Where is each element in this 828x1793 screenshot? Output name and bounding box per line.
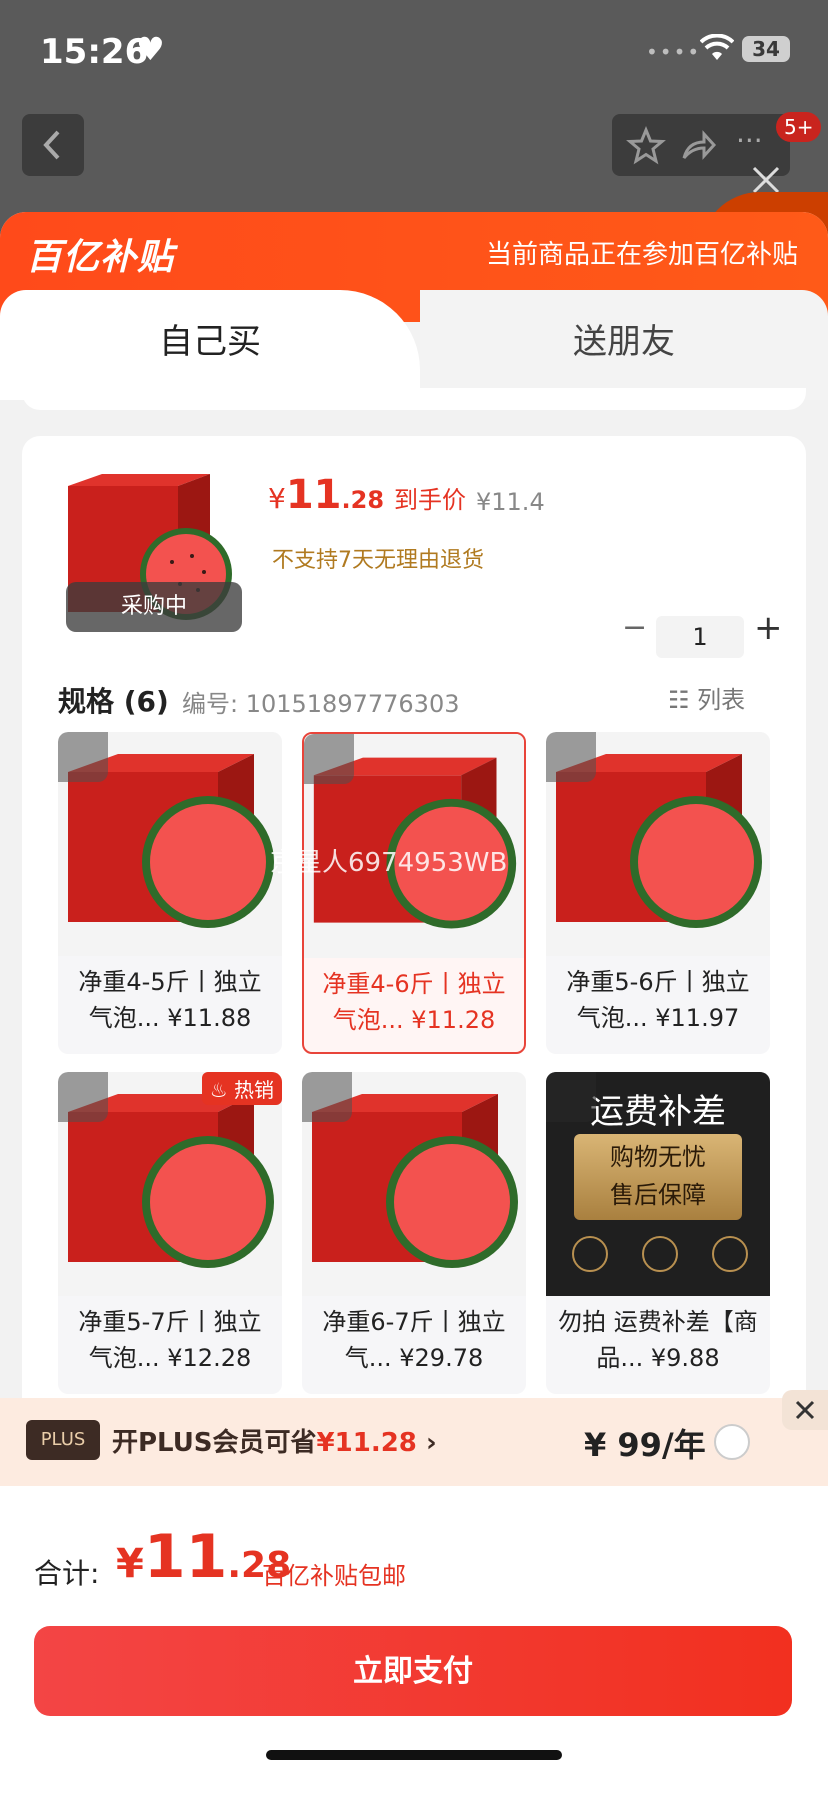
purchasing-tag: 采购中 bbox=[66, 582, 242, 632]
spec-option-2[interactable]: 净重4-6斤丨独立气泡... ¥11.28 bbox=[302, 732, 526, 1054]
final-price: ¥11.28 到手价 bbox=[268, 472, 467, 518]
store-icon bbox=[712, 1236, 748, 1272]
battery-indicator: 34 bbox=[742, 36, 790, 62]
plus-membership-bar[interactable]: PLUS 开PLUS会员可省¥11.28 › ¥ 99/年 bbox=[0, 1390, 828, 1486]
zoom-icon[interactable] bbox=[304, 734, 354, 784]
zoom-icon[interactable] bbox=[546, 732, 596, 782]
zoom-icon[interactable] bbox=[58, 1072, 108, 1122]
spec-option-3[interactable]: 净重5-6斤丨独立气泡... ¥11.97 bbox=[546, 732, 770, 1054]
notify-badge: 5+ bbox=[776, 112, 822, 142]
share-icon[interactable] bbox=[678, 126, 718, 166]
decrease-button[interactable]: − bbox=[622, 610, 647, 645]
truck-icon bbox=[642, 1236, 678, 1272]
home-indicator bbox=[266, 1750, 562, 1760]
subsidy-logo: 百亿补贴 bbox=[26, 237, 175, 278]
flame-icon: ♨ bbox=[209, 1078, 234, 1102]
signal-icon: •••• bbox=[646, 40, 702, 64]
zoom-icon[interactable] bbox=[58, 732, 108, 782]
spec-label: 勿拍 运费补差【商品... ¥9.88 bbox=[558, 1308, 758, 1372]
pay-now-button[interactable]: 立即支付 bbox=[34, 1626, 792, 1716]
purchase-tabs: 送朋友 自己买 bbox=[0, 290, 828, 400]
spec-option-6[interactable]: 运费补差 购物无忧 售后保障 勿拍 运费补差【商品... ¥9.88 bbox=[546, 1072, 770, 1394]
close-icon bbox=[795, 1400, 815, 1420]
free-shipping-note: 百亿补贴包邮 bbox=[262, 1562, 406, 1590]
spec-label: 净重5-7斤丨独立气泡... ¥12.28 bbox=[78, 1308, 262, 1372]
tab-gift[interactable]: 送朋友 bbox=[420, 290, 828, 400]
status-bar: 15:26 ♥ •••• 34 bbox=[0, 0, 828, 100]
plus-select-radio[interactable] bbox=[714, 1424, 750, 1460]
original-price: ¥11.4 bbox=[476, 488, 545, 516]
quantity-input[interactable]: 1 bbox=[656, 616, 744, 658]
no-return-notice: 不支持7天无理由退货 bbox=[272, 548, 484, 573]
plus-close-button[interactable] bbox=[782, 1390, 828, 1430]
plus-price: ¥ 99/年 bbox=[584, 1426, 706, 1464]
watermark: 京星人6974953WB bbox=[270, 848, 508, 878]
heart-icon: ♥ bbox=[136, 30, 165, 68]
status-time: 15:26 bbox=[40, 32, 149, 72]
tab-buy-self[interactable]: 自己买 bbox=[0, 290, 420, 400]
chevron-right-icon: › bbox=[425, 1428, 437, 1458]
wifi-icon bbox=[700, 34, 734, 60]
chevron-left-icon bbox=[43, 130, 60, 160]
spec-label: 净重5-6斤丨独立气泡... ¥11.97 bbox=[566, 968, 750, 1032]
plus-savings-text: 开PLUS会员可省¥11.28 › bbox=[112, 1428, 437, 1458]
more-icon[interactable]: ··· bbox=[736, 124, 763, 157]
product-number: 编号: 10151897776303 bbox=[182, 690, 460, 718]
increase-button[interactable]: + bbox=[754, 608, 783, 648]
subsidy-banner-text: 当前商品正在参加百亿补贴 bbox=[485, 240, 798, 270]
list-icon: ☷ bbox=[668, 686, 698, 714]
hot-sale-badge: ♨ 热销 bbox=[201, 1072, 282, 1105]
list-view-toggle[interactable]: ☷ 列表 bbox=[668, 680, 745, 715]
spec-label: 净重4-5斤丨独立气泡... ¥11.88 bbox=[78, 968, 262, 1032]
spec-label: 净重6-7斤丨独立气... ¥29.78 bbox=[322, 1308, 506, 1372]
purchase-sheet: 百亿补贴 当前商品正在参加百亿补贴 送朋友 自己买 采购中 ¥11.28 到手价 … bbox=[0, 212, 828, 1793]
total-label: 合计: bbox=[34, 1557, 100, 1590]
shield-icon bbox=[572, 1236, 608, 1272]
plus-tag: PLUS bbox=[26, 1420, 100, 1460]
star-icon[interactable] bbox=[626, 126, 666, 166]
zoom-icon[interactable] bbox=[546, 1072, 596, 1122]
spec-label: 净重4-6斤丨独立气泡... ¥11.28 bbox=[322, 970, 506, 1034]
spec-option-1[interactable]: 净重4-5斤丨独立气泡... ¥11.88 bbox=[58, 732, 282, 1054]
spec-option-4[interactable]: ♨ 热销 净重5-7斤丨独立气泡... ¥12.28 bbox=[58, 1072, 282, 1394]
tab-panel-edge bbox=[22, 388, 806, 410]
zoom-icon[interactable] bbox=[302, 1072, 352, 1122]
spec-option-5[interactable]: 净重6-7斤丨独立气... ¥29.78 bbox=[302, 1072, 526, 1394]
back-button[interactable] bbox=[22, 114, 84, 176]
spec-title: 规格 (6) bbox=[58, 685, 169, 718]
checkout-bar: 合计: ¥11.28 百亿补贴包邮 立即支付 bbox=[0, 1486, 828, 1793]
shipping-tile-plaque: 购物无忧 售后保障 bbox=[574, 1134, 742, 1220]
